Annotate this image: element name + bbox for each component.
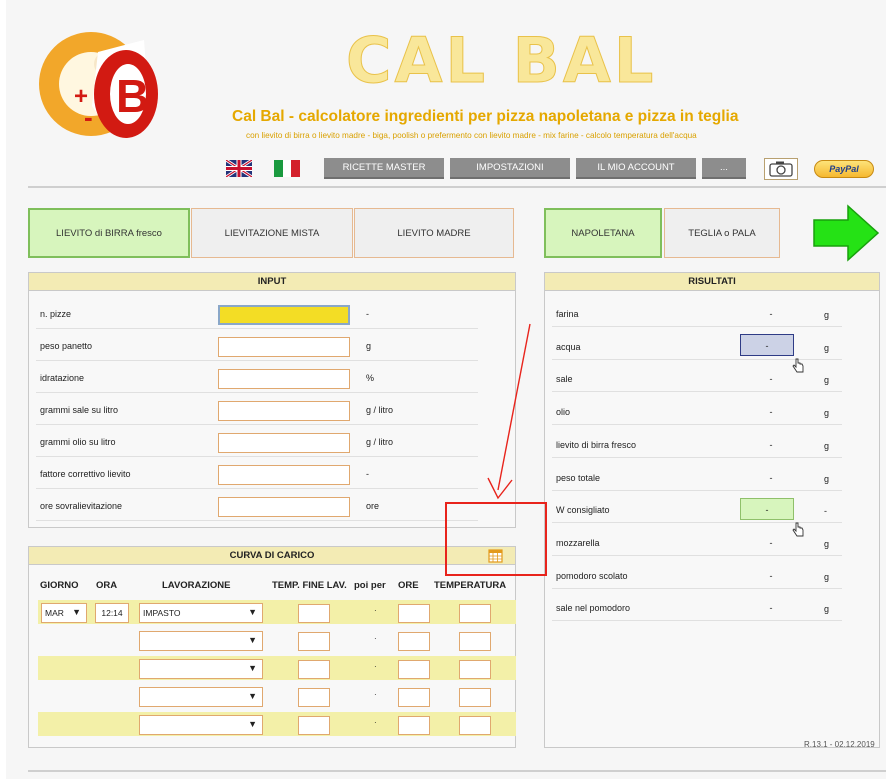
page: B + - CAL BAL Cal Bal - calcolatore ingr…: [6, 0, 886, 779]
footer-divider: [28, 770, 886, 772]
annotation-overlay: [445, 323, 547, 576]
